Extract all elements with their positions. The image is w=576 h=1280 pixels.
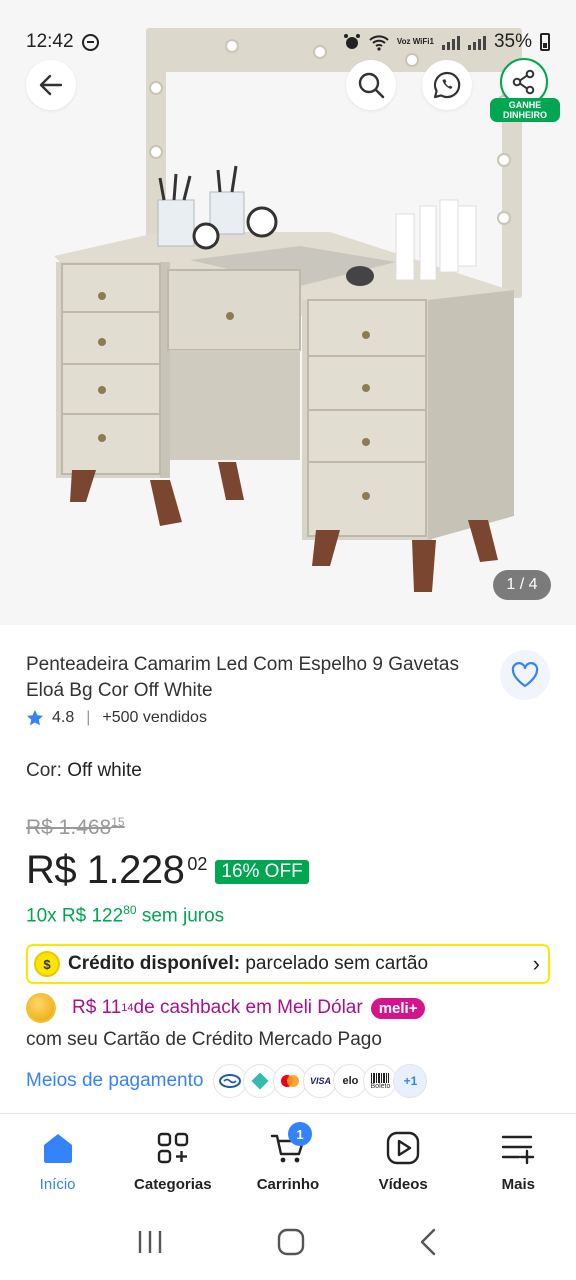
cashback-card-note: com seu Cartão de Crédito Mercado Pago (26, 1029, 382, 1050)
installments-suffix: sem juros (136, 905, 225, 927)
system-navigation-bar (0, 1208, 576, 1280)
recent-apps-icon (139, 1230, 162, 1253)
installments-info: 10x R$ 12280 sem juros (26, 903, 224, 927)
old-price-value: R$ 1.468 (26, 816, 112, 839)
network-label: Voz WiFi1 (396, 37, 434, 46)
payment-methods-link[interactable]: Meios de pagamento (26, 1070, 203, 1092)
image-counter: 1 / 4 (493, 570, 551, 600)
battery-percent: 35% (493, 31, 532, 52)
nav-label-categorias: Categorias (134, 1176, 212, 1193)
signal-icon (441, 34, 460, 50)
color-label: Cor: (26, 760, 62, 781)
whatsapp-icon (433, 71, 461, 99)
back-system-button[interactable] (418, 1228, 440, 1261)
pix-icon (243, 1064, 278, 1098)
more-payment-methods-badge[interactable]: +1 (393, 1064, 428, 1098)
play-icon (383, 1128, 423, 1168)
product-image (0, 0, 576, 625)
home-icon (38, 1128, 78, 1168)
chevron-right-icon: › (532, 951, 540, 976)
price-value: R$ 1.228 (26, 848, 185, 892)
cashback-info: R$ 11 14 de cashback em Meli Dólar meli+ (26, 993, 426, 1023)
visa-icon: VISA (303, 1064, 338, 1098)
favorite-button[interactable] (500, 650, 550, 700)
mastercard-icon (273, 1064, 308, 1098)
meli-plus-badge: meli+ (370, 997, 426, 1019)
boleto-icon: Boleto (363, 1064, 398, 1098)
credit-description: parcelado sem cartão (240, 953, 429, 974)
arrow-left-icon (39, 74, 63, 96)
nav-item-inicio[interactable]: Início (8, 1128, 108, 1208)
credit-available-banner[interactable]: $ Crédito disponível: parcelado sem cart… (26, 944, 550, 984)
credit-coin-icon: $ (34, 951, 60, 977)
alarm-icon (343, 34, 360, 49)
menu-plus-icon (498, 1128, 538, 1168)
old-price: R$ 1.46815 (26, 815, 125, 840)
nav-label-videos: Vídeos (378, 1176, 428, 1193)
whatsapp-share-button[interactable] (422, 60, 472, 110)
elo-icon: elo (333, 1064, 368, 1098)
recent-apps-button[interactable] (136, 1229, 164, 1260)
home-circle-icon (277, 1228, 305, 1255)
meli-dollar-coin-icon (26, 993, 56, 1023)
color-value: Off white (67, 760, 142, 781)
rating-divider: | (86, 709, 91, 726)
color-selector[interactable]: Cor: Off white (26, 760, 142, 782)
mercado-pago-icon (213, 1064, 248, 1098)
rating-row[interactable]: 4.8 | +500 vendidos (26, 709, 207, 727)
credit-text: Crédito disponível: parcelado sem cartão (68, 953, 533, 975)
share-icon (512, 69, 535, 95)
chevron-left-icon (420, 1228, 435, 1255)
current-price: R$ 1.228 02 16% OFF (26, 848, 309, 893)
nav-label-inicio: Início (39, 1176, 76, 1193)
battery-icon (540, 33, 550, 51)
search-icon (358, 72, 385, 99)
installments-cents: 80 (123, 903, 137, 917)
cashback-amount: R$ 11 (72, 997, 122, 1018)
credit-label: Crédito disponível: (68, 953, 241, 974)
categories-icon (153, 1128, 193, 1168)
payment-methods[interactable]: Meios de pagamento VISA elo Boleto +1 (26, 1064, 428, 1098)
star-icon (26, 709, 44, 726)
price-cents: 02 (187, 854, 208, 874)
bottom-navigation: Início Categorias 1 Carrinho Vídeos Mais (0, 1113, 576, 1208)
do-not-disturb-icon (81, 33, 99, 51)
nav-label-mais: Mais (501, 1176, 536, 1193)
sold-count: +500 vendidos (102, 709, 207, 726)
discount-badge: 16% OFF (215, 860, 309, 884)
share-earn-label: GANHE DINHEIRO (490, 98, 560, 122)
status-bar: 12:42 Voz WiFi1 35% (0, 0, 576, 64)
product-title: Penteadeira Camarim Led Com Espelho 9 Ga… (26, 654, 460, 701)
nav-label-carrinho: Carrinho (256, 1176, 320, 1193)
heart-icon (511, 662, 539, 688)
cashback-cents: 14 (121, 1002, 134, 1014)
product-image-gallery[interactable]: GANHE DINHEIRO 1 / 4 (0, 0, 576, 625)
nav-item-carrinho[interactable]: 1 Carrinho (238, 1122, 338, 1208)
search-button[interactable] (346, 60, 396, 110)
home-system-button[interactable] (277, 1228, 305, 1261)
nav-item-mais[interactable]: Mais (468, 1128, 568, 1208)
nav-item-categorias[interactable]: Categorias (123, 1128, 223, 1208)
cashback-text: de cashback em Meli Dólar (133, 997, 363, 1018)
cart-icon: 1 (268, 1122, 312, 1168)
boleto-label: Boleto (370, 1082, 391, 1090)
old-price-cents: 15 (111, 815, 125, 829)
wifi-icon (369, 35, 389, 51)
installments-amount: 10x R$ 122 (26, 905, 124, 927)
status-time: 12:42 (26, 31, 74, 52)
rating-value: 4.8 (52, 709, 75, 726)
back-button[interactable] (26, 60, 76, 110)
cart-count-badge: 1 (287, 1122, 312, 1146)
signal-2-icon (467, 34, 486, 50)
nav-item-videos[interactable]: Vídeos (353, 1128, 453, 1208)
